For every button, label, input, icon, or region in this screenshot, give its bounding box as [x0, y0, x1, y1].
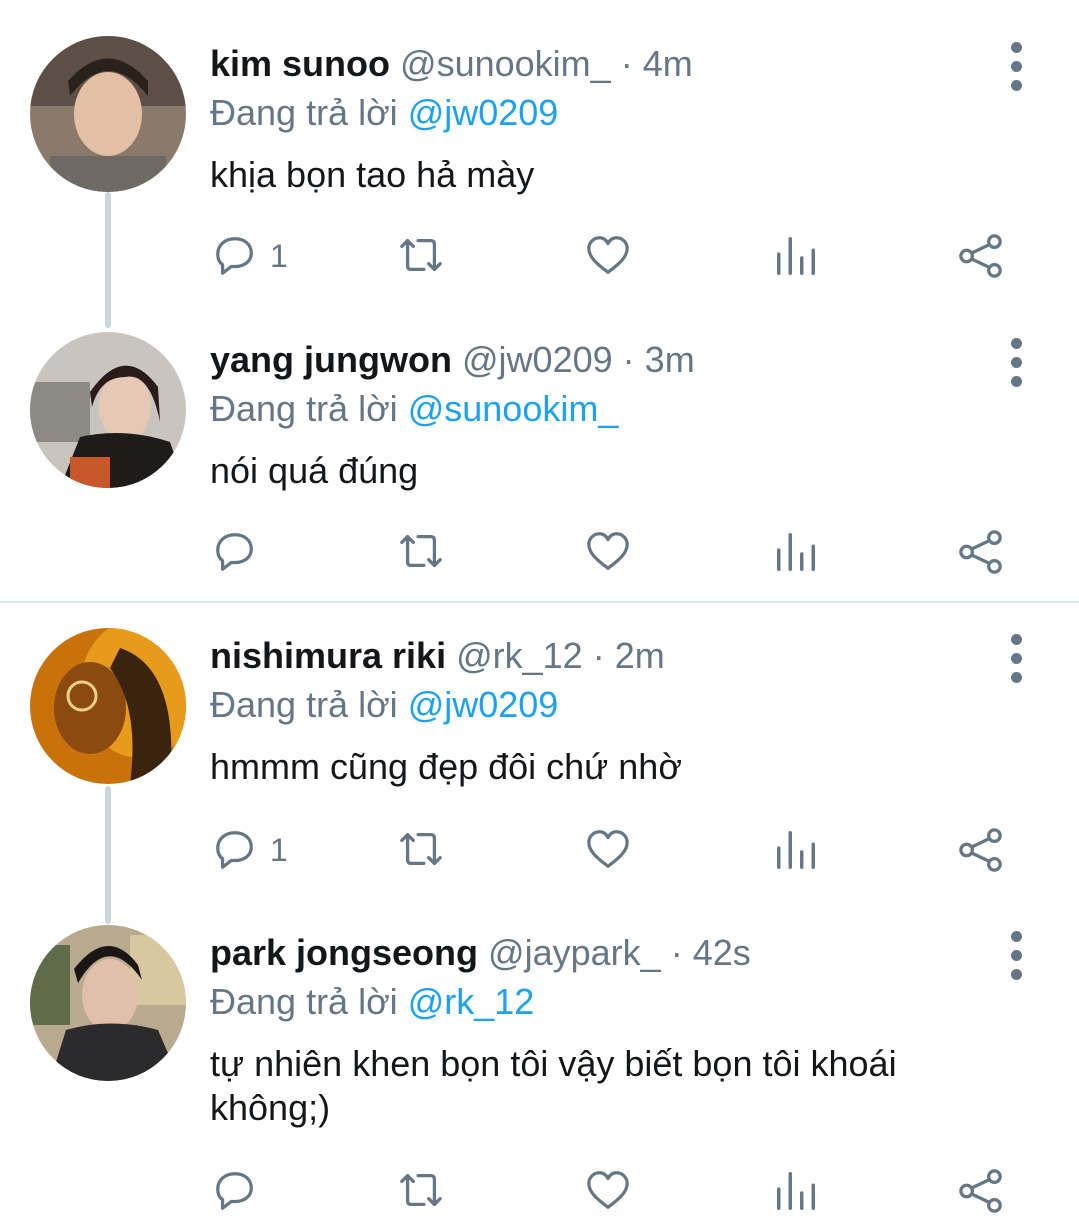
timestamp[interactable]: 4m: [643, 43, 693, 84]
avatar[interactable]: [30, 925, 186, 1081]
retweet-icon: [400, 1174, 442, 1207]
tweet-header: nishimura riki @rk_12 · 2m: [210, 634, 665, 678]
replying-to-label: Đang trả lời: [210, 92, 398, 133]
username[interactable]: @jaypark_: [488, 932, 661, 973]
analytics-icon: [777, 831, 815, 869]
retweet-icon: [400, 239, 442, 272]
reply-count: 1: [270, 831, 288, 868]
reply-icon: [216, 237, 253, 275]
mention-link[interactable]: @jw0209: [408, 684, 559, 725]
username[interactable]: @rk_12: [456, 635, 583, 676]
share-button[interactable]: [958, 1161, 1004, 1221]
retweet-icon: [400, 833, 442, 866]
analytics-button[interactable]: [773, 226, 819, 286]
like-icon: [587, 830, 629, 868]
separator: ·: [622, 339, 635, 380]
replying-to-label: Đang trả lời: [210, 981, 398, 1022]
retweet-icon: [400, 535, 442, 568]
share-button[interactable]: [958, 226, 1004, 286]
share-button[interactable]: [958, 522, 1004, 582]
analytics-icon: [777, 533, 815, 571]
reply-icon: [216, 831, 253, 869]
avatar[interactable]: [30, 628, 186, 784]
separator: ·: [620, 43, 633, 84]
like-button[interactable]: [585, 820, 631, 880]
replying-to: Đang trả lời @jw0209: [210, 91, 558, 135]
tweet[interactable]: kim sunoo @sunookim_ · 4m Đang trả lời @…: [0, 36, 1079, 296]
separator: ·: [670, 932, 683, 973]
separator: ·: [592, 635, 605, 676]
action-bar: [0, 1161, 1079, 1221]
like-button[interactable]: [585, 522, 631, 582]
reply-button[interactable]: 1: [212, 226, 288, 286]
like-icon: [587, 1171, 629, 1209]
tweet[interactable]: nishimura riki @rk_12 · 2m Đang trả lời …: [0, 628, 1079, 888]
analytics-icon: [777, 237, 815, 275]
more-options-icon[interactable]: [1000, 42, 1034, 92]
analytics-icon: [777, 1172, 815, 1210]
like-icon: [587, 532, 629, 570]
tweet-text: hmmm cũng đẹp đôi chứ nhờ: [210, 746, 682, 787]
display-name[interactable]: yang jungwon: [210, 339, 452, 380]
avatar[interactable]: [30, 36, 186, 192]
replying-to-label: Đang trả lời: [210, 388, 398, 429]
more-options-icon[interactable]: [1000, 931, 1034, 981]
action-bar: 1: [0, 820, 1079, 880]
avatar[interactable]: [30, 332, 186, 488]
tweet-header: kim sunoo @sunookim_ · 4m: [210, 42, 693, 86]
reply-button[interactable]: [212, 522, 258, 582]
share-icon: [959, 828, 1002, 872]
share-button[interactable]: [958, 820, 1004, 880]
more-options-icon[interactable]: [1000, 634, 1034, 684]
username[interactable]: @sunookim_: [400, 43, 611, 84]
like-button[interactable]: [585, 1161, 631, 1221]
replying-to: Đang trả lời @rk_12: [210, 980, 534, 1024]
retweet-button[interactable]: [398, 226, 444, 286]
thread-divider: [0, 601, 1079, 603]
like-button[interactable]: [585, 226, 631, 286]
action-bar: 1: [0, 226, 1079, 286]
tweet-header: yang jungwon @jw0209 · 3m: [210, 338, 695, 382]
more-options-icon[interactable]: [1000, 338, 1034, 388]
share-icon: [959, 1169, 1002, 1213]
mention-link[interactable]: @jw0209: [408, 92, 559, 133]
share-icon: [959, 234, 1002, 278]
display-name[interactable]: kim sunoo: [210, 43, 390, 84]
analytics-button[interactable]: [773, 1161, 819, 1221]
mention-link[interactable]: @rk_12: [408, 981, 535, 1022]
retweet-button[interactable]: [398, 820, 444, 880]
display-name[interactable]: nishimura riki: [210, 635, 446, 676]
retweet-button[interactable]: [398, 1161, 444, 1221]
tweet-header: park jongseong @jaypark_ · 42s: [210, 931, 751, 975]
timestamp[interactable]: 3m: [645, 339, 695, 380]
display-name[interactable]: park jongseong: [210, 932, 478, 973]
timestamp[interactable]: 42s: [693, 932, 751, 973]
tweet-text: khịa bọn tao hả mày: [210, 154, 535, 195]
tweet[interactable]: park jongseong @jaypark_ · 42s Đang trả …: [0, 925, 1079, 1225]
reply-icon: [216, 533, 253, 571]
tweet-text: tự nhiên khen bọn tôi vậy biết bọn tôi k…: [210, 1043, 897, 1128]
share-icon: [959, 530, 1002, 574]
reply-icon: [216, 1172, 253, 1210]
analytics-button[interactable]: [773, 820, 819, 880]
tweet-text: nói quá đúng: [210, 450, 419, 491]
username[interactable]: @jw0209: [462, 339, 613, 380]
replying-to: Đang trả lời @jw0209: [210, 683, 558, 727]
reply-count: 1: [270, 237, 288, 274]
mention-link[interactable]: @sunookim_: [408, 388, 619, 429]
like-icon: [587, 236, 629, 274]
action-bar: [0, 522, 1079, 582]
replying-to-label: Đang trả lời: [210, 684, 398, 725]
analytics-button[interactable]: [773, 522, 819, 582]
tweet[interactable]: yang jungwon @jw0209 · 3m Đang trả lời @…: [0, 332, 1079, 592]
reply-button[interactable]: [212, 1161, 258, 1221]
timestamp[interactable]: 2m: [615, 635, 665, 676]
replying-to: Đang trả lời @sunookim_: [210, 387, 618, 431]
retweet-button[interactable]: [398, 522, 444, 582]
reply-button[interactable]: 1: [212, 820, 288, 880]
